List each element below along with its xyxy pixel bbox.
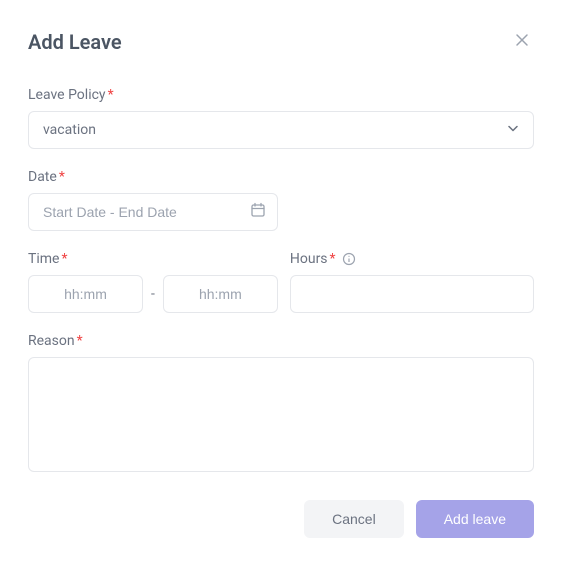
reason-label-text: Reason — [28, 333, 75, 349]
date-label: Date* — [28, 169, 534, 185]
leave-policy-label: Leave Policy* — [28, 87, 534, 103]
add-leave-button[interactable]: Add leave — [416, 500, 534, 538]
leave-policy-label-text: Leave Policy — [28, 87, 106, 103]
close-button[interactable] — [510, 28, 534, 55]
leave-policy-select-wrapper: vacation — [28, 111, 534, 149]
required-marker: * — [108, 87, 114, 103]
required-marker: * — [77, 333, 83, 349]
dialog-title: Add Leave — [28, 30, 122, 54]
hours-label: Hours* — [290, 251, 534, 267]
hours-label-text: Hours — [290, 251, 328, 267]
info-icon — [342, 252, 356, 266]
reason-group: Reason* — [28, 333, 534, 476]
time-separator: - — [151, 286, 155, 302]
required-marker: * — [59, 169, 65, 185]
time-inputs-row: - — [28, 275, 278, 313]
time-label: Time* — [28, 251, 278, 267]
reason-textarea[interactable] — [28, 357, 534, 472]
required-marker: * — [61, 251, 67, 267]
date-range-input[interactable] — [28, 193, 278, 231]
time-hours-row: Time* - Hours* — [28, 251, 534, 333]
dialog-header: Add Leave — [28, 28, 534, 55]
time-group: Time* - — [28, 251, 278, 313]
close-icon — [514, 32, 530, 51]
time-end-input[interactable] — [163, 275, 278, 313]
time-label-text: Time — [28, 251, 59, 267]
required-marker: * — [330, 251, 336, 267]
date-input-wrapper — [28, 193, 278, 231]
hours-group: Hours* — [290, 251, 534, 313]
date-label-text: Date — [28, 169, 57, 185]
dialog-footer: Cancel Add leave — [28, 500, 534, 538]
cancel-button[interactable]: Cancel — [304, 500, 404, 538]
leave-policy-select[interactable]: vacation — [28, 111, 534, 149]
time-start-input[interactable] — [28, 275, 143, 313]
leave-policy-group: Leave Policy* vacation — [28, 87, 534, 149]
date-group: Date* — [28, 169, 534, 231]
hours-input[interactable] — [290, 275, 534, 313]
reason-label: Reason* — [28, 333, 534, 349]
